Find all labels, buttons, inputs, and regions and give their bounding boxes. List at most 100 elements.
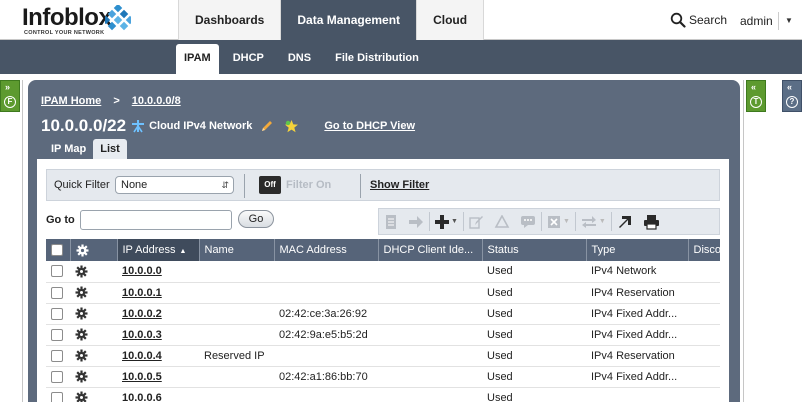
- discovered-cell: [688, 282, 720, 304]
- select-all-checkbox[interactable]: [51, 244, 63, 257]
- print-button[interactable]: [638, 208, 665, 235]
- table-row[interactable]: 10.0.0.4 Reserved IP Used IPv4 Reservati…: [46, 345, 720, 367]
- swap-button[interactable]: ▼: [576, 208, 611, 235]
- select-all-header[interactable]: [46, 239, 71, 261]
- column-status[interactable]: Status: [482, 239, 587, 261]
- expand-help-panel-button[interactable]: « ?: [782, 80, 802, 112]
- column-label: Disco: [693, 244, 720, 256]
- status-cell: Used: [482, 345, 586, 367]
- row-gear-icon[interactable]: [75, 370, 88, 383]
- row-checkbox[interactable]: [51, 349, 63, 362]
- grid-toolbar: ▼ ▼ ▼: [378, 208, 720, 235]
- row-gear-icon[interactable]: [75, 391, 88, 402]
- comment-button[interactable]: [515, 208, 541, 235]
- type-cell: IPv4 Reservation: [586, 345, 688, 367]
- add-icon: [435, 214, 449, 229]
- row-gear-icon[interactable]: [75, 349, 88, 362]
- delete-button[interactable]: ▼: [542, 208, 575, 235]
- actions-header: [70, 239, 118, 261]
- show-filter-link[interactable]: Show Filter: [370, 179, 429, 191]
- add-button[interactable]: ▼: [430, 208, 463, 235]
- row-checkbox[interactable]: [51, 286, 63, 299]
- subtab-dhcp[interactable]: DHCP: [223, 44, 274, 74]
- edit-icon: [469, 215, 483, 229]
- ip-address-link[interactable]: 10.0.0.0: [117, 261, 199, 283]
- row-checkbox[interactable]: [51, 328, 63, 341]
- row-checkbox[interactable]: [51, 265, 63, 278]
- page-title-row: 10.0.0.0/22 Cloud IPv4 Network Go to DHC…: [41, 116, 415, 136]
- table-row[interactable]: 10.0.0.5 02:42:a1:86:bb:70 Used IPv4 Fix…: [46, 366, 720, 388]
- go-button[interactable]: Go: [238, 210, 274, 228]
- export-icon: [618, 215, 631, 228]
- discovered-cell: [688, 366, 720, 388]
- tab-list[interactable]: List: [93, 139, 127, 159]
- name-cell: [199, 366, 274, 388]
- goto-input[interactable]: [80, 210, 232, 230]
- table-row[interactable]: 10.0.0.0 Used IPv4 Network: [46, 261, 720, 283]
- edit-pencil-icon[interactable]: [260, 119, 274, 133]
- table-row[interactable]: 10.0.0.1 Used IPv4 Reservation: [46, 282, 720, 304]
- subtab-dns[interactable]: DNS: [278, 44, 321, 74]
- ip-address-link[interactable]: 10.0.0.5: [117, 366, 199, 388]
- finder-icon: F: [4, 96, 16, 108]
- page-title: 10.0.0.0/22: [41, 116, 127, 135]
- column-discovered[interactable]: Disco: [688, 239, 720, 261]
- row-gear-icon[interactable]: [75, 286, 88, 299]
- table-row[interactable]: 10.0.0.3 02:42:9a:e5:b5:2d Used IPv4 Fix…: [46, 324, 720, 346]
- view-tabs: IP Map List: [44, 139, 127, 159]
- tab-data-management[interactable]: Data Management: [281, 0, 418, 40]
- delete-chevron-down-icon: ▼: [562, 218, 570, 225]
- edit-button[interactable]: [464, 208, 489, 235]
- row-gear-icon[interactable]: [75, 265, 88, 278]
- gear-icon[interactable]: [76, 244, 89, 257]
- ip-address-link[interactable]: 10.0.0.1: [117, 282, 199, 304]
- name-cell: [199, 282, 274, 304]
- export-button[interactable]: [612, 208, 638, 235]
- row-gear-icon[interactable]: [75, 307, 88, 320]
- breadcrumb-network[interactable]: 10.0.0.0/8: [132, 95, 181, 107]
- search-icon: [670, 12, 686, 28]
- subtab-file-distribution[interactable]: File Distribution: [325, 44, 429, 74]
- user-menu-chevron-down-icon[interactable]: ▼: [778, 12, 793, 30]
- help-icon: ?: [786, 96, 798, 108]
- row-checkbox[interactable]: [51, 370, 63, 383]
- infoblox-logo[interactable]: Infoblox CONTROL YOUR NETWORK: [22, 4, 162, 38]
- search-label: Search: [689, 13, 728, 27]
- row-checkbox[interactable]: [51, 391, 63, 402]
- recycle-button[interactable]: [489, 208, 515, 235]
- tab-dashboards[interactable]: Dashboards: [178, 0, 282, 40]
- favorite-star-icon[interactable]: [284, 119, 299, 134]
- column-mac-address[interactable]: MAC Address: [274, 239, 379, 261]
- type-cell: [586, 387, 688, 402]
- user-menu[interactable]: admin: [740, 14, 773, 28]
- mac-cell: [274, 261, 378, 283]
- column-dhcp-client-identifier[interactable]: DHCP Client Ide...: [378, 239, 483, 261]
- ip-address-link[interactable]: 10.0.0.4: [117, 345, 199, 367]
- table-row[interactable]: 10.0.0.6 Used: [46, 387, 720, 402]
- ip-address-link[interactable]: 10.0.0.6: [117, 387, 199, 402]
- row-gear-icon[interactable]: [75, 328, 88, 341]
- go-to-dhcp-view-link[interactable]: Go to DHCP View: [324, 120, 415, 132]
- tab-ip-map[interactable]: IP Map: [44, 139, 93, 159]
- discovered-cell: [688, 261, 720, 283]
- subtab-ipam[interactable]: IPAM: [176, 44, 219, 74]
- mac-cell: [274, 345, 378, 367]
- go-button-arrow[interactable]: [403, 208, 429, 235]
- quick-filter-select[interactable]: None ⇵: [115, 176, 234, 194]
- filter-toggle[interactable]: Off: [259, 176, 281, 194]
- double-chevron-left-icon: «: [787, 82, 793, 92]
- open-document-button[interactable]: [379, 208, 403, 235]
- column-ip-address[interactable]: IP Address ▲: [117, 239, 200, 261]
- table-row[interactable]: 10.0.0.2 02:42:ce:3a:26:92 Used IPv4 Fix…: [46, 303, 720, 325]
- breadcrumb-ipam-home[interactable]: IPAM Home: [41, 95, 101, 107]
- ip-address-link[interactable]: 10.0.0.3: [117, 324, 199, 346]
- tab-cloud[interactable]: Cloud: [417, 0, 485, 40]
- expand-toolbar-panel-button[interactable]: « T: [746, 80, 766, 112]
- status-cell: Used: [482, 387, 586, 402]
- expand-left-panel-button[interactable]: » F: [0, 80, 20, 112]
- column-type[interactable]: Type: [586, 239, 689, 261]
- ip-address-link[interactable]: 10.0.0.2: [117, 303, 199, 325]
- row-checkbox[interactable]: [51, 307, 63, 320]
- column-name[interactable]: Name: [199, 239, 275, 261]
- search-button[interactable]: Search: [670, 12, 727, 28]
